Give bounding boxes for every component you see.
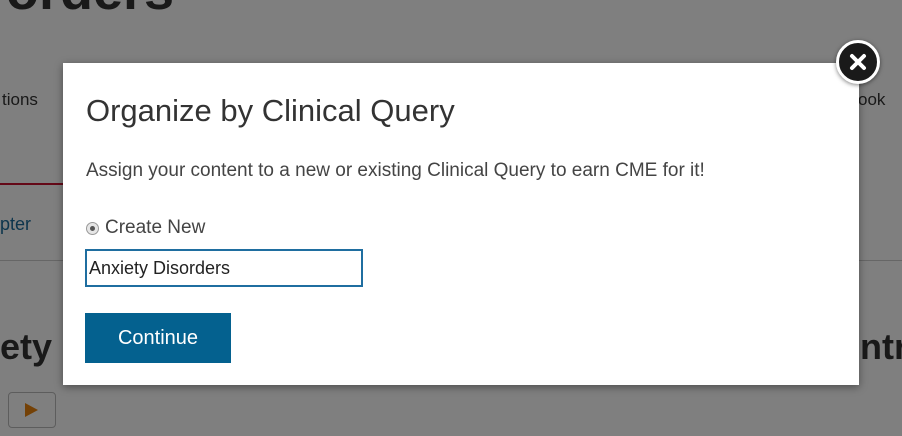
continue-button[interactable]: Continue	[85, 313, 231, 363]
page: orders tions ook pter ety ntr Organize b…	[0, 0, 902, 436]
dialog-description: Assign your content to a new or existing…	[86, 160, 705, 181]
close-icon	[850, 54, 866, 70]
dialog-title: Organize by Clinical Query	[86, 93, 455, 128]
close-dialog-button[interactable]	[836, 40, 880, 84]
create-new-option[interactable]: Create New	[86, 216, 205, 240]
clinical-query-name-input[interactable]	[85, 249, 363, 287]
create-new-label[interactable]: Create New	[105, 217, 205, 239]
clinical-query-dialog: Organize by Clinical Query Assign your c…	[63, 63, 859, 385]
create-new-radio[interactable]	[86, 221, 99, 235]
